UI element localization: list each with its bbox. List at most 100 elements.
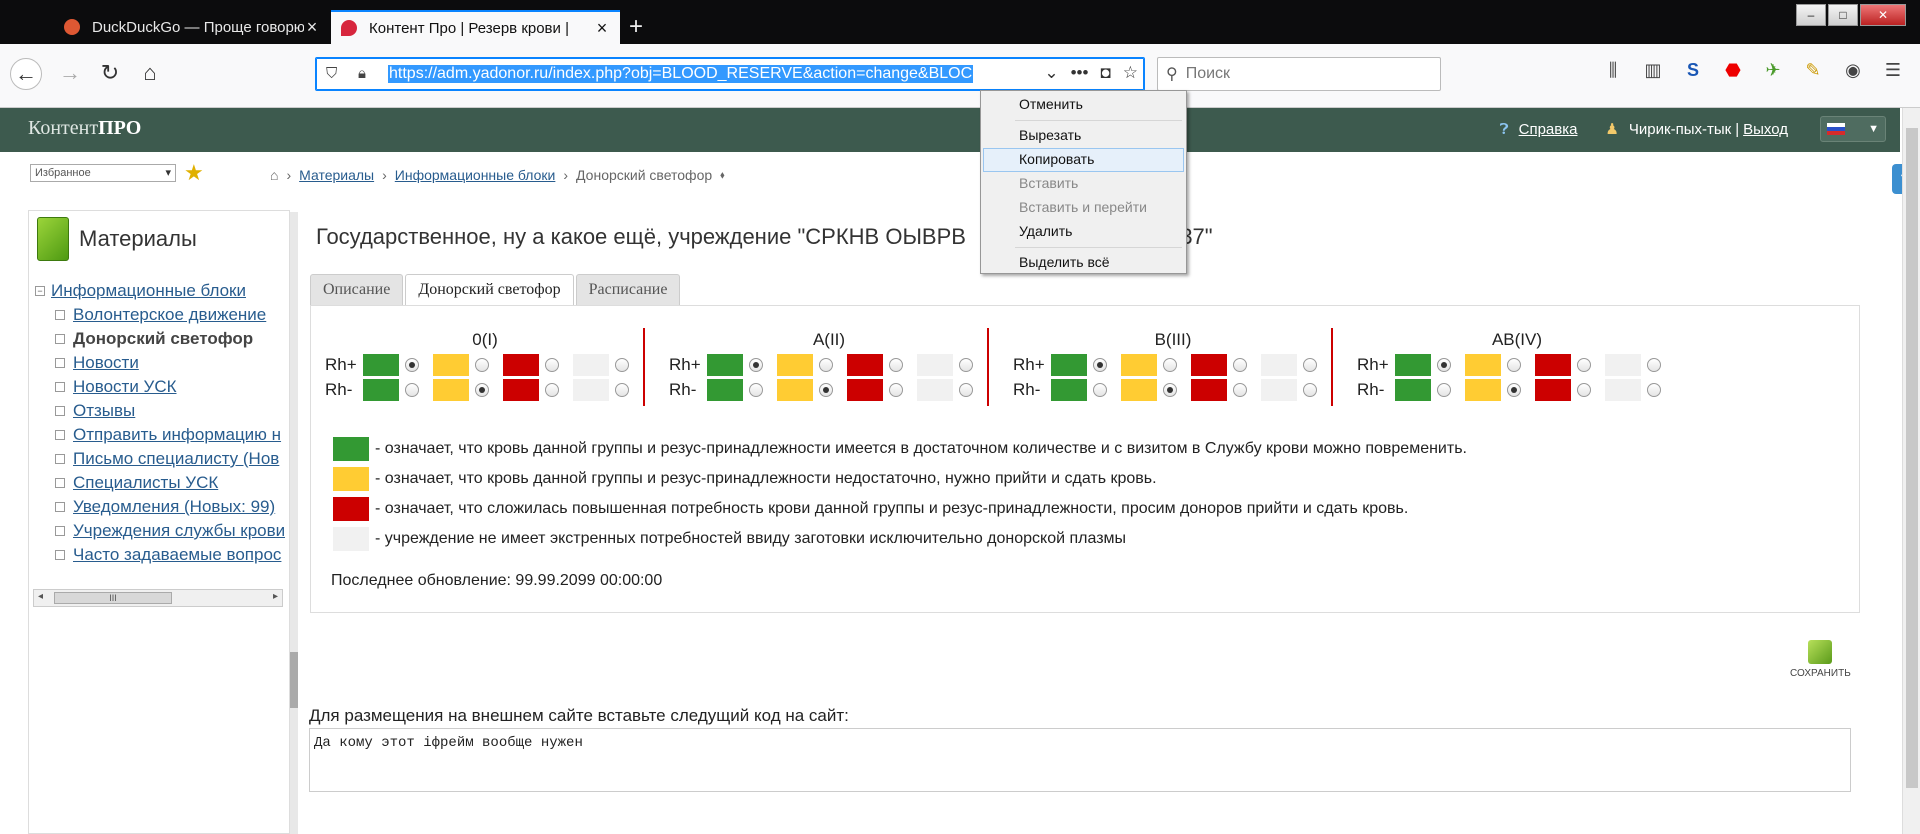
- extension-satel-icon[interactable]: ✈: [1760, 60, 1786, 81]
- tree-item[interactable]: Учреждения службы крови: [35, 519, 285, 543]
- browser-tab-duckduckgo[interactable]: DuckDuckGo — Проще говорю ×: [54, 10, 330, 44]
- status-radio-red[interactable]: [1233, 358, 1247, 372]
- status-radio-yellow[interactable]: [819, 383, 833, 397]
- embed-code-textarea[interactable]: Да кому этот іфрейм вообще нужен: [309, 728, 1851, 792]
- scroll-left-icon[interactable]: ◂: [38, 591, 43, 602]
- close-tab-icon[interactable]: ×: [594, 19, 610, 37]
- tree-item-label[interactable]: Волонтерское движение: [73, 305, 266, 325]
- tree-item[interactable]: Отзывы: [35, 399, 285, 423]
- search-input[interactable]: ⚲ Поиск: [1157, 57, 1441, 91]
- status-radio-red[interactable]: [1233, 383, 1247, 397]
- back-button[interactable]: ←: [10, 58, 42, 90]
- help-link[interactable]: Справка: [1519, 121, 1578, 138]
- forward-button[interactable]: →: [54, 58, 86, 90]
- status-radio-red[interactable]: [1577, 383, 1591, 397]
- tab-donor-traffic-light[interactable]: Донорский светофор: [405, 274, 574, 305]
- sidebar-horizontal-scrollbar[interactable]: ◂ III ▸: [33, 589, 283, 607]
- tree-item[interactable]: Новости УСК: [35, 375, 285, 399]
- status-radio-green[interactable]: [1093, 383, 1107, 397]
- status-radio-empty[interactable]: [1303, 358, 1317, 372]
- tab-description[interactable]: Описание: [310, 274, 404, 305]
- new-tab-button[interactable]: +: [620, 12, 652, 44]
- status-radio-green[interactable]: [1093, 358, 1107, 372]
- tree-item-label[interactable]: Учреждения службы крови: [73, 521, 285, 541]
- tree-item-label[interactable]: Отправить информацию н: [73, 425, 281, 445]
- status-radio-yellow[interactable]: [1163, 383, 1177, 397]
- status-radio-empty[interactable]: [1647, 358, 1661, 372]
- status-radio-yellow[interactable]: [475, 383, 489, 397]
- tree-item[interactable]: Новости: [35, 351, 285, 375]
- tree-item[interactable]: Специалисты УСК: [35, 471, 285, 495]
- lock-icon[interactable]: 🔒︎: [358, 65, 366, 82]
- status-radio-green[interactable]: [405, 358, 419, 372]
- browser-tab-kontent-pro[interactable]: Контент Про | Резерв крови | ×: [331, 10, 620, 44]
- tree-item-label[interactable]: Отзывы: [73, 401, 135, 421]
- splitter-grip[interactable]: [290, 652, 298, 708]
- embed-code-text[interactable]: Да кому этот іфрейм вообще нужен: [314, 735, 583, 751]
- collapse-icon[interactable]: −: [35, 286, 45, 296]
- status-radio-empty[interactable]: [959, 358, 973, 372]
- breadcrumb-info-blocks[interactable]: Информационные блоки: [395, 167, 556, 183]
- home-icon[interactable]: ⌂: [270, 167, 278, 183]
- status-radio-yellow[interactable]: [819, 358, 833, 372]
- menu-item-cut[interactable]: Вырезать: [983, 124, 1184, 148]
- status-radio-empty[interactable]: [615, 358, 629, 372]
- page-vertical-scrollbar[interactable]: [1902, 108, 1920, 834]
- close-tab-icon[interactable]: ×: [304, 18, 320, 36]
- scrollbar-thumb[interactable]: III: [54, 592, 172, 604]
- save-button[interactable]: СОХРАНИТЬ: [1790, 640, 1851, 679]
- status-radio-green[interactable]: [1437, 358, 1451, 372]
- close-window-button[interactable]: ✕: [1860, 4, 1906, 26]
- tab-schedule[interactable]: Расписание: [575, 274, 681, 305]
- add-favorite-star-icon[interactable]: ★: [184, 160, 204, 186]
- tree-item[interactable]: Отправить информацию н: [35, 423, 285, 447]
- status-radio-red[interactable]: [889, 383, 903, 397]
- status-radio-empty[interactable]: [959, 383, 973, 397]
- chevron-down-icon[interactable]: ⌄: [1044, 63, 1058, 83]
- shield-icon[interactable]: ⛉: [326, 65, 337, 82]
- status-radio-green[interactable]: [749, 358, 763, 372]
- logo[interactable]: КонтентПРО: [28, 117, 141, 140]
- reload-button[interactable]: ↻: [94, 58, 126, 90]
- menu-item-paste-and-go[interactable]: Вставить и перейти: [983, 196, 1184, 220]
- status-radio-green[interactable]: [1437, 383, 1451, 397]
- menu-item-undo[interactable]: Отменить: [983, 93, 1184, 117]
- menu-item-select-all[interactable]: Выделить всё: [983, 251, 1184, 275]
- status-radio-red[interactable]: [1577, 358, 1591, 372]
- tree-item-label[interactable]: Новости: [73, 353, 139, 373]
- status-radio-yellow[interactable]: [475, 358, 489, 372]
- breadcrumb-dropdown-icon[interactable]: ⬧: [720, 170, 725, 181]
- status-radio-yellow[interactable]: [1507, 383, 1521, 397]
- extension-s-icon[interactable]: S: [1680, 60, 1706, 81]
- adblock-icon[interactable]: ⬣: [1720, 60, 1746, 81]
- menu-item-delete[interactable]: Удалить: [983, 220, 1184, 244]
- breadcrumb-materials[interactable]: Материалы: [299, 167, 374, 183]
- home-button[interactable]: ⌂: [134, 58, 166, 90]
- pocket-icon[interactable]: ◘: [1100, 63, 1110, 83]
- status-radio-red[interactable]: [545, 383, 559, 397]
- extension-paint-icon[interactable]: ✎: [1800, 60, 1826, 81]
- sidebar-icon[interactable]: ▥: [1640, 60, 1666, 81]
- menu-item-paste[interactable]: Вставить: [983, 172, 1184, 196]
- tree-item-label[interactable]: Часто задаваемые вопрос: [73, 545, 281, 565]
- tree-item[interactable]: Уведомления (Новых: 99): [35, 495, 285, 519]
- tree-root[interactable]: − Информационные блоки: [35, 279, 285, 303]
- library-icon[interactable]: ⫼: [1600, 60, 1626, 81]
- tree-item-label[interactable]: Специалисты УСК: [73, 473, 218, 493]
- status-radio-yellow[interactable]: [1507, 358, 1521, 372]
- tree-item[interactable]: Волонтерское движение: [35, 303, 285, 327]
- tree-item-label[interactable]: Письмо специалисту (Нов: [73, 449, 279, 469]
- status-radio-empty[interactable]: [1647, 383, 1661, 397]
- address-bar[interactable]: ⛉ 🔒︎ https://adm.yadonor.ru/index.php?ob…: [315, 57, 1145, 91]
- tree-item[interactable]: Письмо специалисту (Нов: [35, 447, 285, 471]
- status-radio-empty[interactable]: [615, 383, 629, 397]
- sidebar-splitter[interactable]: [290, 212, 298, 834]
- status-radio-empty[interactable]: [1303, 383, 1317, 397]
- tree-item[interactable]: Часто задаваемые вопрос: [35, 543, 285, 567]
- language-selector[interactable]: ▼: [1820, 116, 1886, 142]
- tree-root-label[interactable]: Информационные блоки: [51, 281, 246, 301]
- status-radio-red[interactable]: [545, 358, 559, 372]
- status-radio-yellow[interactable]: [1163, 358, 1177, 372]
- logout-link[interactable]: Выход: [1743, 121, 1788, 138]
- status-radio-green[interactable]: [749, 383, 763, 397]
